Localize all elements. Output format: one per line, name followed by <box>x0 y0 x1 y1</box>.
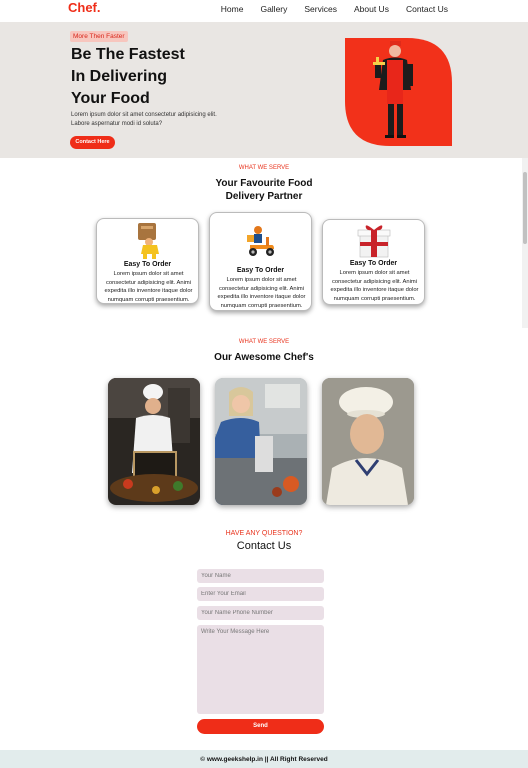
nav-item-services[interactable]: Services <box>304 4 337 14</box>
hero-title-line: Your Food <box>71 90 150 107</box>
footer: © www.geekshelp.in || All Right Reserved <box>0 750 528 768</box>
serve-heading-line: Your Favourite Food <box>215 178 313 189</box>
footer-copyright: © www.geekshelp.in || All Right Reserved <box>200 756 328 763</box>
nav-menu: Home Gallery Services About Us Contact U… <box>221 4 448 14</box>
service-card-title: Easy To Order <box>236 267 285 274</box>
chef-photo <box>322 378 414 505</box>
service-card-title: Easy To Order <box>123 261 172 268</box>
serve-eyebrow: WHAT WE SERVE <box>238 165 290 171</box>
waiter-illustration <box>345 38 452 146</box>
nav-item-gallery[interactable]: Gallery <box>260 4 287 14</box>
nav-item-home[interactable]: Home <box>221 4 244 14</box>
email-field[interactable] <box>197 587 324 601</box>
service-card: Easy To Order Lorem ipsum dolor sit amet… <box>209 212 312 311</box>
scooter-delivery-icon <box>210 225 311 259</box>
chef-photo <box>108 378 200 505</box>
nav-item-about-us[interactable]: About Us <box>354 4 389 14</box>
chefs-heading: Our Awesome Chef's <box>214 352 314 363</box>
serve-heading: Your Favourite Food Delivery Partner <box>0 177 528 203</box>
hero-title-line: Be The Fastest <box>71 46 185 63</box>
hero-section: More Then Faster Be The Fastest In Deliv… <box>0 22 528 158</box>
gift-box-icon <box>323 223 424 258</box>
name-field[interactable] <box>197 569 324 583</box>
service-card-text: Lorem ipsum dolor sit amet consectetur a… <box>217 277 306 309</box>
logo[interactable]: Chef. <box>68 0 101 15</box>
page: Chef. Home Gallery Services About Us Con… <box>0 0 528 768</box>
courier-bag-icon <box>97 221 198 259</box>
send-button[interactable]: Send <box>197 719 324 734</box>
contact-here-button[interactable]: Contact Here <box>70 136 115 149</box>
service-card-text: Lorem ipsum dolor sit amet consectetur a… <box>330 270 419 302</box>
hero-title-line: In Delivering <box>71 68 168 85</box>
hero-badge: More Then Faster <box>70 31 128 42</box>
chefs-eyebrow: WHAT WE SERVE <box>238 339 290 345</box>
nav-item-contact-us[interactable]: Contact Us <box>406 4 448 14</box>
service-card-text: Lorem ipsum dolor sit amet consectetur a… <box>104 271 193 303</box>
service-card: Easy To Order Lorem ipsum dolor sit amet… <box>322 219 425 305</box>
hero-text: Lorem ipsum dolor sit amet consectetur a… <box>71 112 217 127</box>
message-field[interactable] <box>197 625 324 714</box>
phone-field[interactable] <box>197 606 324 620</box>
serve-heading-line: Delivery Partner <box>225 191 303 202</box>
contact-heading: Contact Us <box>236 540 292 552</box>
chef-photo <box>215 378 307 505</box>
service-card-title: Easy To Order <box>349 260 398 267</box>
hero-title: Be The Fastest In Delivering Your Food <box>71 44 185 110</box>
navbar: Chef. Home Gallery Services About Us Con… <box>0 0 528 22</box>
contact-eyebrow: HAVE ANY QUESTION? <box>225 530 303 537</box>
service-card: Easy To Order Lorem ipsum dolor sit amet… <box>96 218 199 304</box>
